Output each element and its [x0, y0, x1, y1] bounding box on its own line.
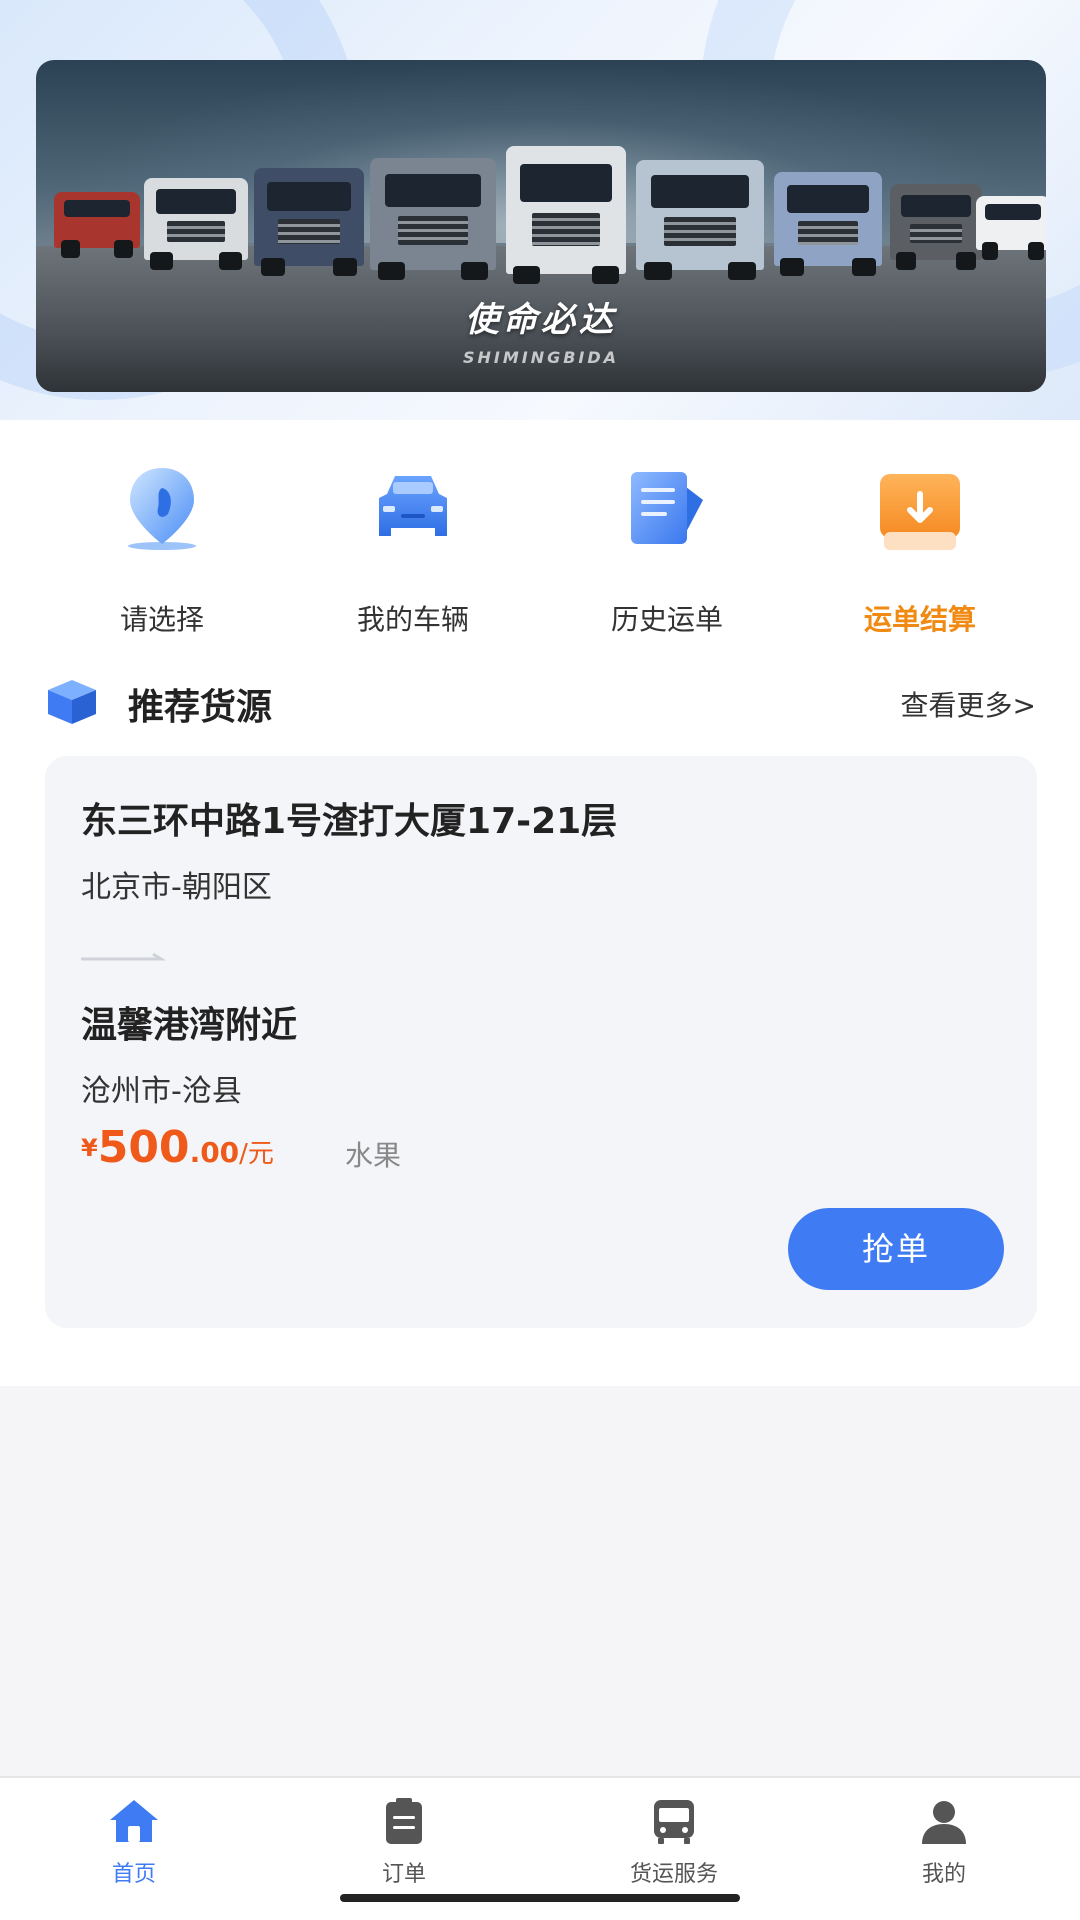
view-more-link[interactable]: 查看更多>	[901, 684, 1036, 724]
quick-label: 请选择	[119, 603, 204, 636]
home-indicator[interactable]	[340, 1894, 740, 1902]
package-box-icon	[48, 680, 96, 724]
quick-label: 运单结算	[863, 603, 976, 636]
price-integer: 500	[97, 1122, 190, 1173]
price-unit: /元	[239, 1139, 274, 1169]
quick-item-history-waybills[interactable]: 历史运单	[567, 450, 767, 650]
download-box-icon	[880, 474, 960, 550]
banner-subtitle: SHIMINGBIDA	[462, 348, 620, 367]
quick-item-my-vehicles[interactable]: 我的车辆	[313, 450, 513, 650]
route-arrow-icon	[81, 952, 167, 961]
recommended-cargo-header: 推荐货源 查看更多>	[44, 670, 1036, 730]
grab-order-button[interactable]: 抢单	[788, 1208, 1004, 1290]
quick-item-select[interactable]: 请选择	[62, 450, 262, 650]
tab-label: 订单	[381, 1862, 426, 1887]
document-list-icon	[631, 472, 703, 544]
vehicle-truck	[774, 172, 882, 276]
car-icon	[379, 476, 447, 536]
vehicle-suv	[976, 196, 1046, 260]
cargo-type: 水果	[345, 1139, 402, 1172]
tab-orders[interactable]: 订单	[304, 1788, 504, 1888]
vehicle-truck	[636, 160, 764, 280]
tab-label: 货运服务	[629, 1862, 718, 1887]
quick-label: 历史运单	[610, 603, 723, 636]
user-icon	[922, 1801, 966, 1844]
vehicle-truck	[254, 168, 364, 276]
home-icon	[110, 1800, 158, 1842]
location-pin-icon	[128, 468, 196, 550]
promo-banner[interactable]: 使命必达 SHIMINGBIDA	[36, 60, 1046, 392]
tab-freight-service[interactable]: 货运服务	[574, 1788, 774, 1888]
quick-item-waybill-settlement[interactable]: 运单结算	[820, 450, 1020, 650]
banner-title: 使命必达	[465, 300, 617, 340]
tab-label: 我的	[921, 1862, 966, 1887]
main-content: 请选择 我的车辆 历史运单 运单结算 推荐货源 查看更多> 东三环中路1号渣打大…	[0, 420, 1080, 1386]
cargo-card[interactable]: 东三环中路1号渣打大厦17-21层 北京市-朝阳区 温馨港湾附近 沧州市-沧县 …	[45, 756, 1037, 1328]
price-currency: ¥	[81, 1134, 98, 1162]
vehicle-truck	[890, 184, 982, 270]
tab-mine[interactable]: 我的	[844, 1788, 1044, 1888]
clipboard-icon	[386, 1798, 422, 1844]
vehicle-truck	[506, 146, 626, 284]
quick-label: 我的车辆	[356, 603, 469, 636]
price-decimal: .00	[189, 1136, 240, 1169]
destination-city: 沧州市-沧县	[81, 1074, 242, 1109]
tab-label: 首页	[111, 1862, 156, 1887]
destination-address: 温馨港湾附近	[81, 1005, 298, 1046]
vehicle-pickup	[54, 192, 140, 258]
tab-home[interactable]: 首页	[34, 1788, 234, 1888]
vehicle-truck	[370, 158, 496, 280]
freight-price: ¥500.00/元	[81, 1122, 274, 1173]
bus-icon	[654, 1800, 694, 1844]
quick-menu: 请选择 我的车辆 历史运单 运单结算	[0, 450, 1080, 650]
origin-city: 北京市-朝阳区	[81, 870, 272, 905]
section-title: 推荐货源	[128, 687, 273, 728]
origin-address: 东三环中路1号渣打大厦17-21层	[81, 801, 618, 842]
vehicle-truck	[144, 178, 248, 270]
